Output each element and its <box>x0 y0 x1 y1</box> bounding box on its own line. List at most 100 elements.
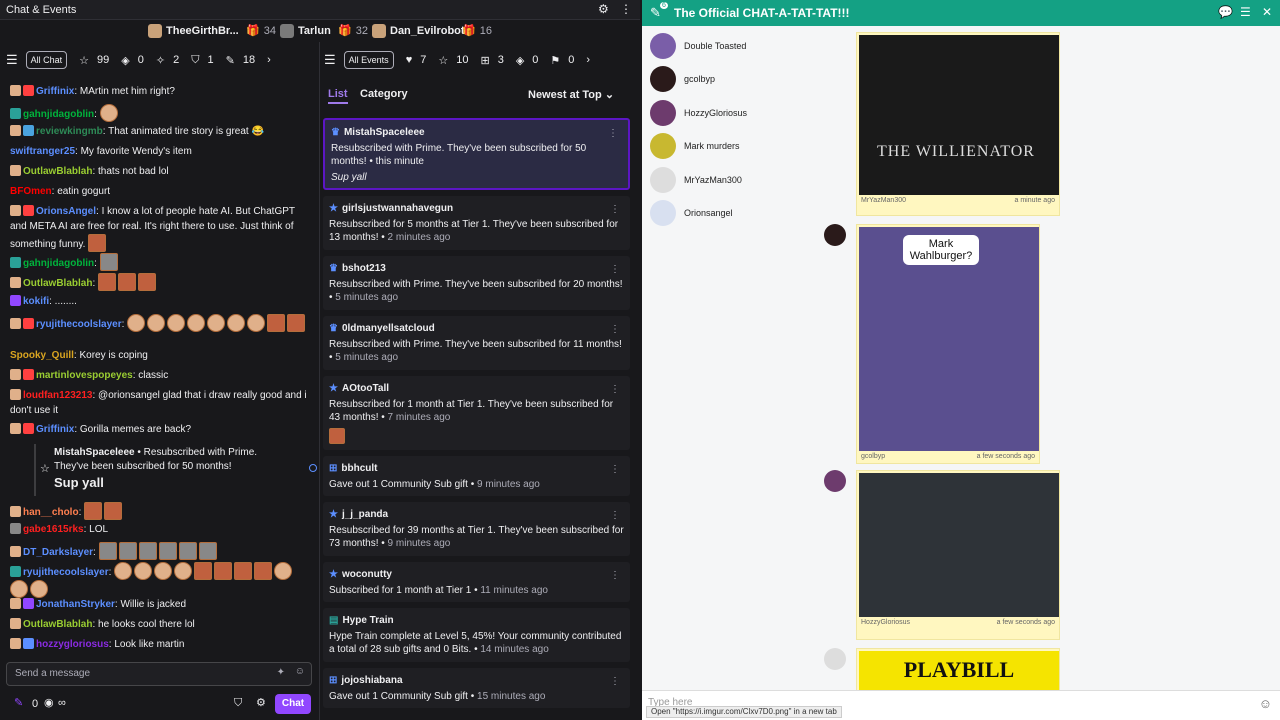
more-icon[interactable]: ⋮ <box>610 203 620 216</box>
chat-message: gabe1615rks: LOL <box>10 522 310 537</box>
event-card[interactable]: ♛ 0ldmanyellsatcloud Resubscribed with Pr… <box>323 316 630 370</box>
emote <box>174 562 193 580</box>
member-item[interactable]: HozzyGloriosus <box>650 99 747 127</box>
highlight-filter[interactable]: ✎ 18 <box>226 54 255 67</box>
group-title: The Official CHAT-A-TAT-TAT!!! <box>674 6 850 20</box>
speech-icon[interactable]: 💬 <box>1218 5 1233 19</box>
image-post[interactable]: HozzyGloriosus a few seconds ago <box>856 470 1060 640</box>
sub-badge <box>10 85 21 96</box>
menu-icon[interactable]: ☰ <box>6 52 18 68</box>
more-vert-icon[interactable]: ⋮ <box>620 2 632 16</box>
all-chat-filter[interactable]: All Chat <box>25 51 68 69</box>
emote <box>178 542 197 560</box>
sub-badge <box>10 205 21 216</box>
more-icon[interactable]: ⋮ <box>610 675 620 688</box>
member-item[interactable]: Mark murders <box>650 132 740 160</box>
subs-filter[interactable]: ☆ 10 <box>438 54 468 67</box>
gift-badge <box>23 85 34 96</box>
post-image[interactable]: Mark Wahlburger? <box>859 227 1039 451</box>
event-card[interactable]: ★ woconutty Subscribed for 1 month at Tie… <box>323 562 630 602</box>
image-post[interactable]: Mark Wahlburger? gcolbyp a few seconds ag… <box>856 224 1040 464</box>
gift-icon: ⊞ <box>480 54 490 67</box>
scroll-indicator[interactable] <box>309 464 317 472</box>
event-card[interactable]: ▤ Hype Train Hype Train complete at Level… <box>323 608 630 662</box>
emote <box>30 580 48 598</box>
bits-filter[interactable]: ◈ 0 <box>516 54 539 67</box>
pinned-event[interactable]: ☆ MistahSpaceleee • Resubscribed with Pr… <box>34 444 284 496</box>
raid-filter[interactable]: ✧ 2 <box>156 54 179 67</box>
prime-icon: ♛ <box>329 263 338 274</box>
event-card[interactable]: ★ girlsjustwannahavegun Resubscribed for … <box>323 196 630 250</box>
events-panel: List Category Newest at Top ⌄ ♛ MistahSpa… <box>322 80 634 720</box>
user-settings-icon[interactable]: ⚙ <box>598 2 609 16</box>
emoji-icon[interactable]: ☺ <box>295 666 305 677</box>
panel-divider[interactable] <box>319 42 320 720</box>
event-card[interactable]: ★ AOtooTall Resubscribed for 1 month at T… <box>323 376 630 450</box>
member-item[interactable]: MrYazMan300 <box>650 166 742 194</box>
gift-icon: 🎁 <box>246 25 260 37</box>
chevron-down-icon: ⌄ <box>604 89 615 101</box>
sub-badge <box>10 277 21 288</box>
follows-filter[interactable]: ♥ 7 <box>406 54 427 66</box>
channel-points-icon[interactable]: ◉ <box>44 696 54 709</box>
bits-filter[interactable]: ◈ 0 <box>121 54 144 67</box>
gift-icon: 🎁 <box>338 25 352 37</box>
emote <box>118 542 137 560</box>
bits-icon[interactable]: ✎ <box>14 696 23 709</box>
more-icon[interactable]: ⋮ <box>610 383 620 396</box>
gifts-filter[interactable]: ⊞ 3 <box>480 54 503 67</box>
event-card[interactable]: ♛ bshot213 Resubscribed with Prime. They'… <box>323 256 630 310</box>
chevron-right-icon[interactable]: › <box>586 54 590 66</box>
member-item[interactable]: Double Toasted <box>650 32 746 60</box>
more-icon[interactable]: ⋮ <box>610 263 620 276</box>
leader-3[interactable]: Dan_Evilrobot <box>372 24 465 38</box>
chat-input[interactable]: Send a message ✦ ☺ <box>6 662 312 686</box>
chat-send-button[interactable]: Chat <box>275 694 311 714</box>
all-events-filter[interactable]: All Events <box>343 51 394 69</box>
app-root: Chat & Events ⚙ ⋮ TheeGirthBr... 🎁 34 Tar… <box>0 0 1280 720</box>
image-post[interactable]: PLAYBILL <box>856 648 1060 690</box>
event-card[interactable]: ♛ MistahSpaceleee Resubscribed with Prime… <box>323 118 630 190</box>
menu-icon[interactable]: ☰ <box>1240 5 1251 19</box>
gift-icon: ⊞ <box>329 463 338 474</box>
close-icon[interactable]: ✕ <box>1262 5 1272 19</box>
sub-badge <box>10 108 21 119</box>
member-item[interactable]: Orionsangel <box>650 199 733 227</box>
more-icon[interactable]: ⋮ <box>610 323 620 336</box>
more-icon[interactable]: ⋮ <box>608 127 618 140</box>
more-icon[interactable]: ⋮ <box>610 463 620 476</box>
sort-dropdown[interactable]: Newest at Top ⌄ <box>528 88 614 101</box>
tab-list[interactable]: List <box>328 88 348 104</box>
mod-filter[interactable]: ⛉ 1 <box>191 54 213 67</box>
event-card[interactable]: ⊞ jojoshiabana Gave out 1 Community Sub g… <box>323 668 630 708</box>
event-card[interactable]: ★ j_j_panda Resubscribed for 39 months at… <box>323 502 630 556</box>
chat-message: OutlawBlablah: <box>10 273 310 291</box>
shield-icon[interactable]: ⛉ <box>234 697 242 710</box>
emote <box>194 562 213 580</box>
member-item[interactable]: gcolbyp <box>650 65 715 93</box>
image-post[interactable]: THE WILLIENATOR MrYazMan300 a minute ago <box>856 32 1060 216</box>
leader-1[interactable]: TheeGirthBr... <box>148 24 239 38</box>
points-count: 0 <box>32 698 39 710</box>
star-filter[interactable]: ☆ 99 <box>79 54 109 67</box>
leader-2-count: 🎁 32 <box>338 24 368 38</box>
raid-filter[interactable]: ⚑ 0 <box>550 54 574 67</box>
more-icon[interactable]: ⋮ <box>610 509 620 522</box>
sub-badge <box>10 566 21 577</box>
post-image[interactable]: THE WILLIENATOR <box>859 35 1059 195</box>
emoji-icon[interactable]: ☺ <box>1259 696 1272 711</box>
menu-icon[interactable]: ☰ <box>324 52 336 68</box>
event-card[interactable]: ⊞ bbhcult Gave out 1 Community Sub gift •… <box>323 456 630 496</box>
gift-badge <box>23 598 34 609</box>
leader-2[interactable]: Tarlun <box>280 24 331 38</box>
chat-message: OrionsAngel: I know a lot of people hate… <box>10 205 295 252</box>
more-icon[interactable]: ⋮ <box>610 569 620 582</box>
chevron-right-icon[interactable]: › <box>267 54 271 66</box>
gear-icon[interactable]: ⚙ <box>256 696 266 709</box>
prime-badge <box>23 125 34 136</box>
sub-badge <box>10 423 21 434</box>
magic-icon[interactable]: ✦ <box>277 667 285 678</box>
chat-message: gahnjidagoblin: <box>10 104 310 122</box>
post-image[interactable] <box>859 473 1059 617</box>
tab-category[interactable]: Category <box>360 88 408 100</box>
